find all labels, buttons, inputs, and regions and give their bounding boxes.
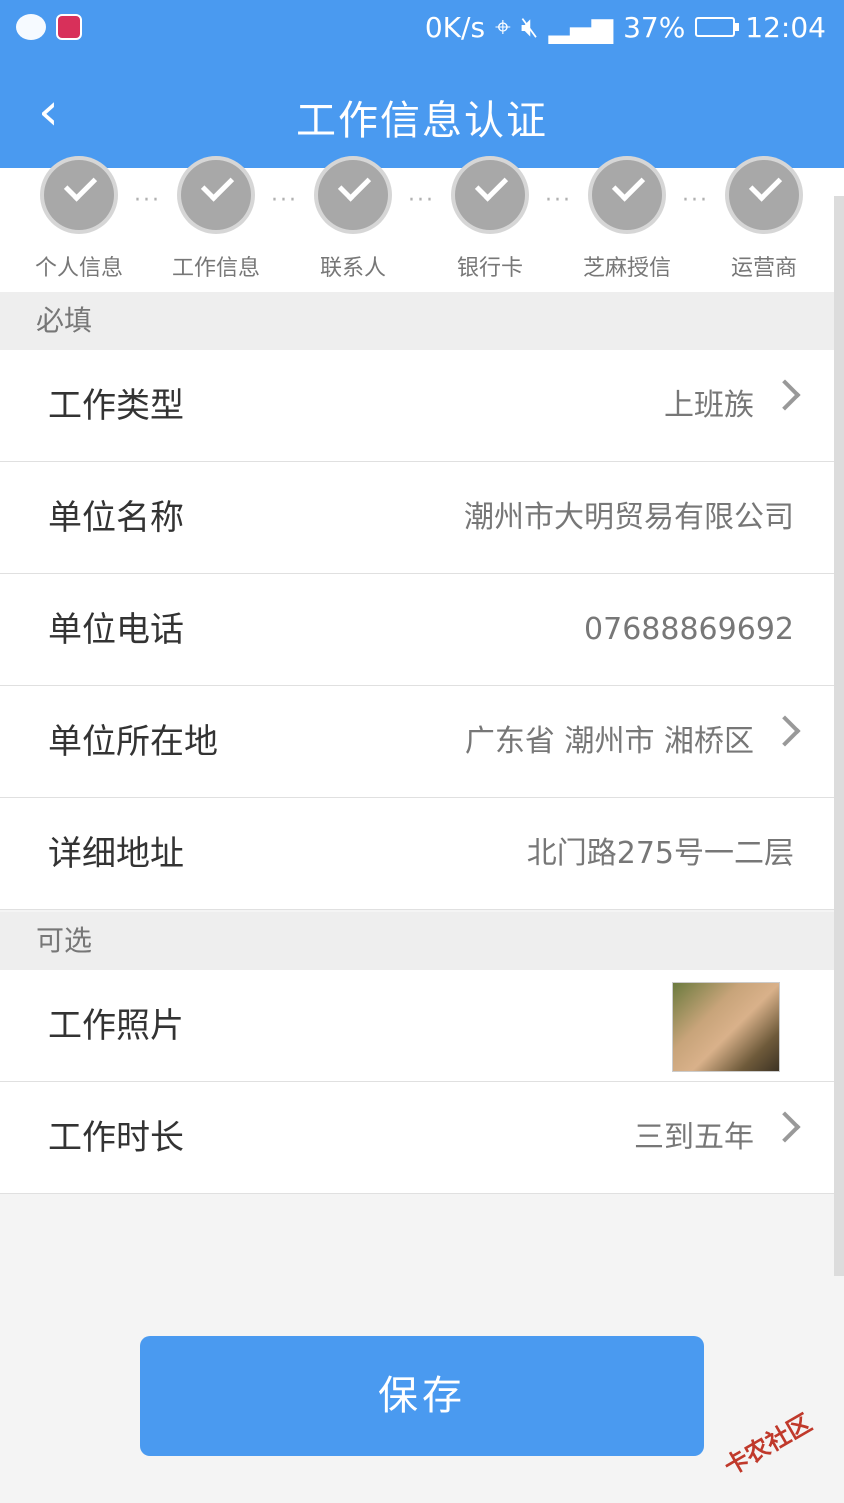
step-contacts: 联系人 xyxy=(288,160,418,282)
work-duration-value: 三到五年 xyxy=(634,1120,754,1155)
section-title: 可选 xyxy=(36,924,93,957)
check-icon xyxy=(455,160,525,230)
battery-percent: 37% xyxy=(623,10,686,44)
clock: 12:04 xyxy=(745,10,826,44)
chevron-right-icon xyxy=(769,715,801,747)
company-name-row[interactable]: 单位名称 潮州市大明贸易有限公司 xyxy=(0,462,834,574)
mute-icon: 🔇︎ xyxy=(520,10,539,43)
section-required: 必填 xyxy=(0,292,834,350)
step-label: 芝麻授信 xyxy=(582,256,671,281)
status-bar: 0K/s ⌖ 🔇︎ ▂▄▆ 37% 12:04 xyxy=(0,0,844,58)
battery-icon xyxy=(695,17,740,37)
system-status: 0K/s ⌖ 🔇︎ ▂▄▆ 37% 12:04 xyxy=(425,10,826,44)
field-label: 单位名称 xyxy=(48,498,184,538)
notification-icons xyxy=(16,14,82,40)
check-icon xyxy=(592,160,662,230)
work-type-row[interactable]: 工作类型 上班族 xyxy=(0,350,834,462)
address-row[interactable]: 详细地址 北门路275号一二层 xyxy=(0,798,834,910)
company-name-field[interactable]: 潮州市大明贸易有限公司 xyxy=(464,462,794,574)
network-speed: 0K/s xyxy=(424,10,486,44)
scrollbar[interactable] xyxy=(834,196,844,1276)
chevron-right-icon xyxy=(769,1111,801,1143)
signal-icon: ▂▄▆ xyxy=(548,10,614,44)
step-label: 运营商 xyxy=(730,256,797,281)
check-icon xyxy=(181,160,251,230)
company-location-row[interactable]: 单位所在地 广东省 潮州市 湘桥区 xyxy=(0,686,834,798)
step-label: 工作信息 xyxy=(171,256,260,281)
watermark-logo: 卡农社区 xyxy=(719,1408,817,1481)
work-duration-row[interactable]: 工作时长 三到五年 xyxy=(0,1082,834,1194)
check-icon xyxy=(729,160,799,230)
step-work-info: 工作信息 xyxy=(151,160,281,282)
step-personal-info: 个人信息 xyxy=(14,160,144,282)
work-photo-thumbnail[interactable] xyxy=(672,982,780,1072)
address-field[interactable]: 北门路275号一二层 xyxy=(527,798,794,910)
company-phone-field[interactable]: 07688869692 xyxy=(584,574,794,686)
page-title: 工作信息认证 xyxy=(296,98,548,144)
chat-icon xyxy=(16,14,46,40)
section-title: 必填 xyxy=(36,304,93,337)
step-label: 联系人 xyxy=(319,256,386,281)
field-label: 工作时长 xyxy=(48,1118,184,1158)
section-optional: 可选 xyxy=(0,912,834,970)
progress-steps: 个人信息 ··· 工作信息 ··· 联系人 ··· 银行卡 ··· 芝麻授信 ·… xyxy=(0,160,844,292)
field-label: 工作类型 xyxy=(48,386,184,426)
field-label: 单位电话 xyxy=(48,610,184,650)
company-phone-row[interactable]: 单位电话 07688869692 xyxy=(0,574,834,686)
chevron-right-icon xyxy=(769,379,801,411)
app-bar: ‹ 工作信息认证 xyxy=(0,58,844,168)
step-sesame-credit: 芝麻授信 xyxy=(562,160,692,282)
location-icon: ⌖ xyxy=(495,10,511,43)
step-label: 个人信息 xyxy=(34,256,123,281)
step-bank-card: 银行卡 xyxy=(425,160,555,282)
work-type-value: 上班族 xyxy=(664,388,754,423)
work-photo-row[interactable]: 工作照片 xyxy=(0,970,834,1082)
field-label: 详细地址 xyxy=(48,834,184,874)
check-icon xyxy=(318,160,388,230)
save-button[interactable]: 保存 xyxy=(140,1336,704,1456)
field-label: 单位所在地 xyxy=(48,722,218,762)
step-label: 银行卡 xyxy=(456,256,523,281)
company-location-value: 广东省 潮州市 湘桥区 xyxy=(464,724,754,759)
check-icon xyxy=(44,160,114,230)
app-notification-icon xyxy=(56,14,82,40)
field-label: 工作照片 xyxy=(48,1006,184,1046)
step-carrier: 运营商 xyxy=(699,160,829,282)
